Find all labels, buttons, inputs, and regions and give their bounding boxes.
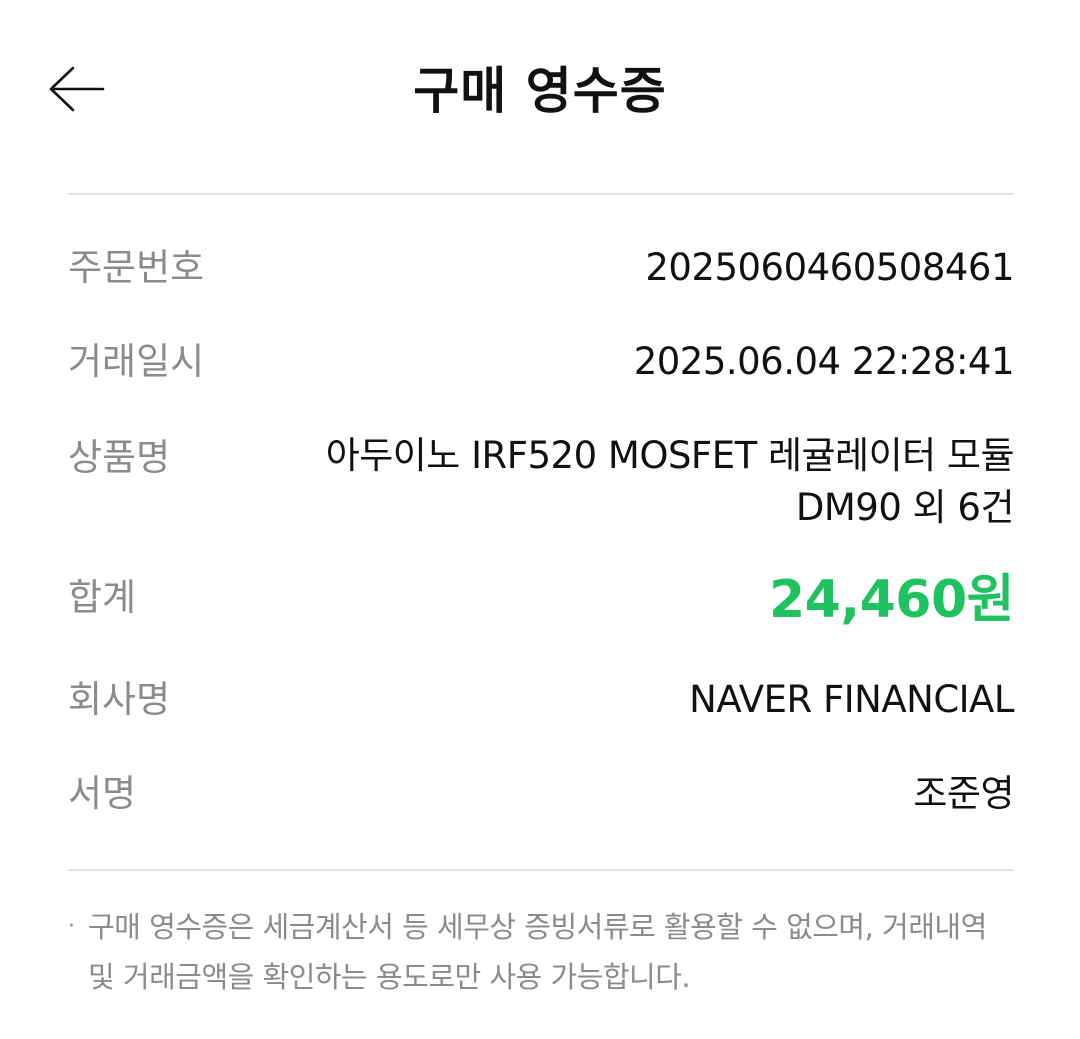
signature-row: 서명 조준영: [68, 766, 1015, 822]
total-label: 합계: [68, 576, 137, 619]
product-name-row: 상품명 아두이노 IRF520 MOSFET 레귤레이터 모듈 DM90 외 6…: [68, 430, 1015, 534]
notice-text: 구매 영수증은 세금계산서 등 세무상 증빙서류로 활용할 수 없으며, 거래내…: [88, 910, 987, 994]
product-name-value: 아두이노 IRF520 MOSFET 레귤레이터 모듈 DM90 외 6건: [325, 434, 1015, 529]
order-number-label: 주문번호: [68, 246, 205, 289]
signature-value: 조준영: [913, 772, 1014, 815]
header: 구매 영수증: [0, 0, 1080, 190]
order-number-row: 주문번호 2025060460508461: [68, 240, 1015, 296]
total-amount: 24,460원: [768, 570, 1015, 630]
order-number-value: 2025060460508461: [645, 246, 1014, 289]
product-name-label: 상품명: [68, 436, 171, 479]
total-row: 합계 24,460원: [68, 570, 1015, 630]
page-title: 구매 영수증: [413, 62, 667, 120]
transaction-date-label: 거래일시: [68, 340, 205, 383]
transaction-date-row: 거래일시 2025.06.04 22:28:41: [68, 334, 1015, 390]
company-value: NAVER FINANCIAL: [689, 678, 1014, 721]
divider-top: [68, 193, 1014, 195]
transaction-date-value: 2025.06.04 22:28:41: [633, 340, 1015, 383]
signature-label: 서명: [68, 772, 137, 815]
notice: · 구매 영수증은 세금계산서 등 세무상 증빙서류로 활용할 수 없으며, 거…: [68, 902, 1008, 1002]
company-row: 회사명 NAVER FINANCIAL: [68, 672, 1015, 728]
divider-bottom: [68, 869, 1014, 871]
company-label: 회사명: [68, 678, 171, 721]
notice-bullet: ·: [68, 914, 75, 939]
